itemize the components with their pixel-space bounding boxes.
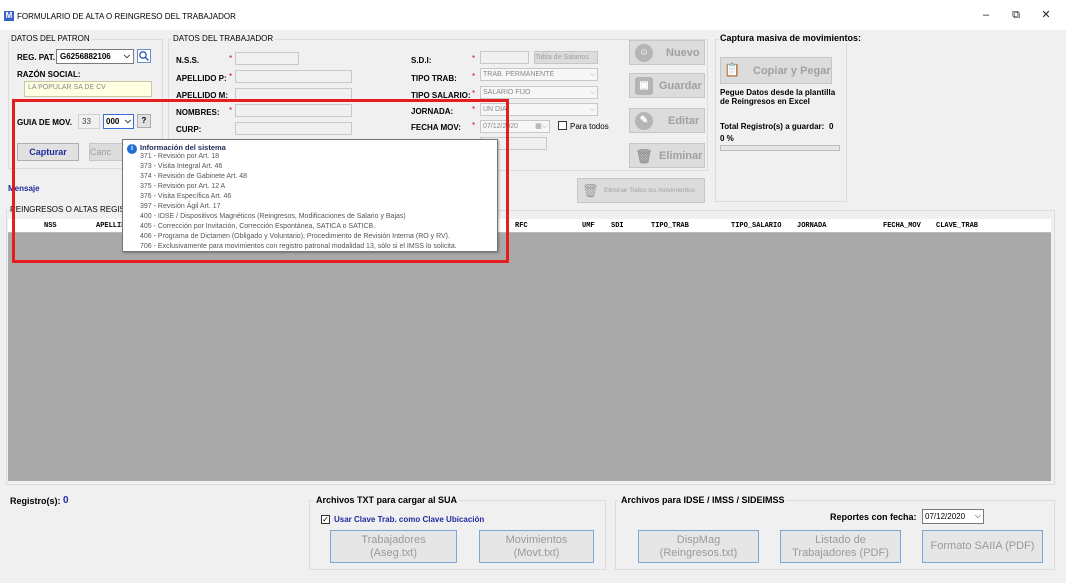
sdi-field[interactable] [480,51,529,64]
highlight-box [12,99,509,263]
reportes-date-value: 07/12/2020 [925,512,966,521]
save-icon: ▣ [635,77,653,95]
eliminar-todos-button[interactable]: 🗑 Eliminar Todos los movimientos [577,178,705,203]
sdi-label: S.D.I: [411,56,432,65]
chevron-down-icon: ⌵ [589,89,595,96]
progress-percent: 0 % [720,134,734,143]
usar-clave-label: Usar Clave Trab. como Clave Ubicación [334,515,485,524]
chevron-down-icon: ⌵ [974,511,981,520]
column-header[interactable]: JORNADA [797,222,826,230]
formato-saiia-button[interactable]: Formato SAIIA (PDF) [922,530,1043,563]
window-title: FORMULARIO DE ALTA O REINGRESO DEL TRABA… [17,12,236,21]
dispmag-button[interactable]: DispMag (Reingresos.txt) [638,530,759,563]
column-header[interactable]: SDI [611,222,624,230]
usar-clave-checkbox[interactable]: ✓ [321,515,330,524]
chevron-down-icon: ⌵ [589,71,595,78]
reg-pat-label: REG. PAT. [17,53,55,62]
razon-social-field: LA POPULAR SA DE CV [24,81,152,97]
restore-button[interactable]: ⧉ [1009,8,1023,22]
search-button[interactable] [137,49,151,63]
tipo-salario-value: SALARIO FIJO [483,89,531,96]
txt-files-title: Archivos TXT para cargar al SUA [314,495,460,505]
copiar-pegar-button[interactable]: 📋 Copiar y Pegar [720,57,832,84]
patron-group-title: DATOS DEL PATRON [9,34,92,43]
column-header[interactable]: CLAVE_TRAB [936,222,978,230]
tipo-trab-select[interactable]: TRAB. PERMANENTE ⌵ [480,68,598,81]
column-header[interactable]: TIPO_SALARIO [731,222,781,230]
idse-files-title: Archivos para IDSE / IMSS / SIDEIMSS [619,495,787,505]
captura-hint: Pegue Datos desde la plantilla de Reingr… [720,88,836,106]
progress-bar [720,145,840,151]
editar-label: Editar [668,115,700,127]
column-header[interactable]: TIPO_TRAB [651,222,689,230]
apellido-p-label: APELLIDO P: [176,74,227,83]
total-registros-label: Total Registro(s) a guardar: [720,122,825,131]
trash-icon: 🗑 [635,148,653,164]
tipo-salario-select[interactable]: SALARIO FIJO ⌵ [480,86,598,99]
check-icon: ✓ [322,515,329,524]
trash-icon: 🗑 [582,183,599,198]
movimientos-button[interactable]: Movimientos (Movt.txt) [479,530,594,563]
razon-social-label: RAZÓN SOCIAL: [17,70,81,79]
captura-masiva-title: Captura masiva de movimientos: [719,33,863,43]
editar-button[interactable]: ✎ Editar [629,108,705,133]
para-todos-label: Para todos [570,122,609,131]
reg-pat-select[interactable]: G6256882106 ⌵ [56,49,134,64]
required-mark: * [472,89,476,98]
nuevo-label: Nuevo [666,47,700,59]
chevron-down-icon: ⌵ [123,51,130,60]
trabajador-group-title: DATOS DEL TRABAJADOR [171,34,276,43]
chevron-down-icon: ⌵ [589,106,595,113]
column-header[interactable]: UMF [582,222,595,230]
nss-label: N.S.S. [176,56,200,65]
edit-icon: ✎ [635,112,653,130]
trabajadores-button[interactable]: Trabajadores (Aseg.txt) [330,530,457,563]
user-add-icon: ☺ [635,44,653,62]
required-mark: * [472,54,476,63]
search-icon [139,51,150,62]
tipo-trab-value: TRAB. PERMANENTE [483,71,555,78]
registros-value: 0 [63,495,69,506]
eliminar-button[interactable]: 🗑 Eliminar [629,143,705,168]
nss-field[interactable] [235,52,299,65]
column-header[interactable]: FECHA_MOV [883,222,921,230]
eliminar-label: Eliminar [659,150,703,162]
total-registros-value: 0 [829,122,834,131]
reg-pat-value: G6256882106 [60,52,111,61]
reportes-label: Reportes con fecha: [830,512,917,522]
apellido-p-field[interactable] [235,70,352,83]
listado-button[interactable]: Listado de Trabajadores (PDF) [780,530,901,563]
app-icon: M [4,11,14,21]
column-header[interactable]: RFC [515,222,528,230]
registros-label: Registro(s): [10,496,61,506]
tabla-salarios-button[interactable]: Tabla de Salarios [534,51,598,64]
eliminar-todos-label: Eliminar Todos los movimientos [604,187,695,194]
calendar-icon: ▦⌵ [535,123,547,130]
tipo-trab-label: TIPO TRAB: [411,74,457,83]
required-mark: * [472,72,476,81]
para-todos-checkbox[interactable] [558,121,567,130]
reportes-date-picker[interactable]: 07/12/2020 ⌵ [922,509,984,524]
minimize-button[interactable]: – [979,8,993,22]
nuevo-button[interactable]: ☺ Nuevo [629,40,705,65]
close-button[interactable]: ✕ [1039,8,1053,22]
guardar-button[interactable]: ▣ Guardar [629,73,705,98]
clipboard-icon: 📋 [724,62,741,77]
copiar-pegar-label: Copiar y Pegar [753,65,831,77]
guardar-label: Guardar [659,80,702,92]
required-mark: * [229,54,233,63]
required-mark: * [229,72,233,81]
